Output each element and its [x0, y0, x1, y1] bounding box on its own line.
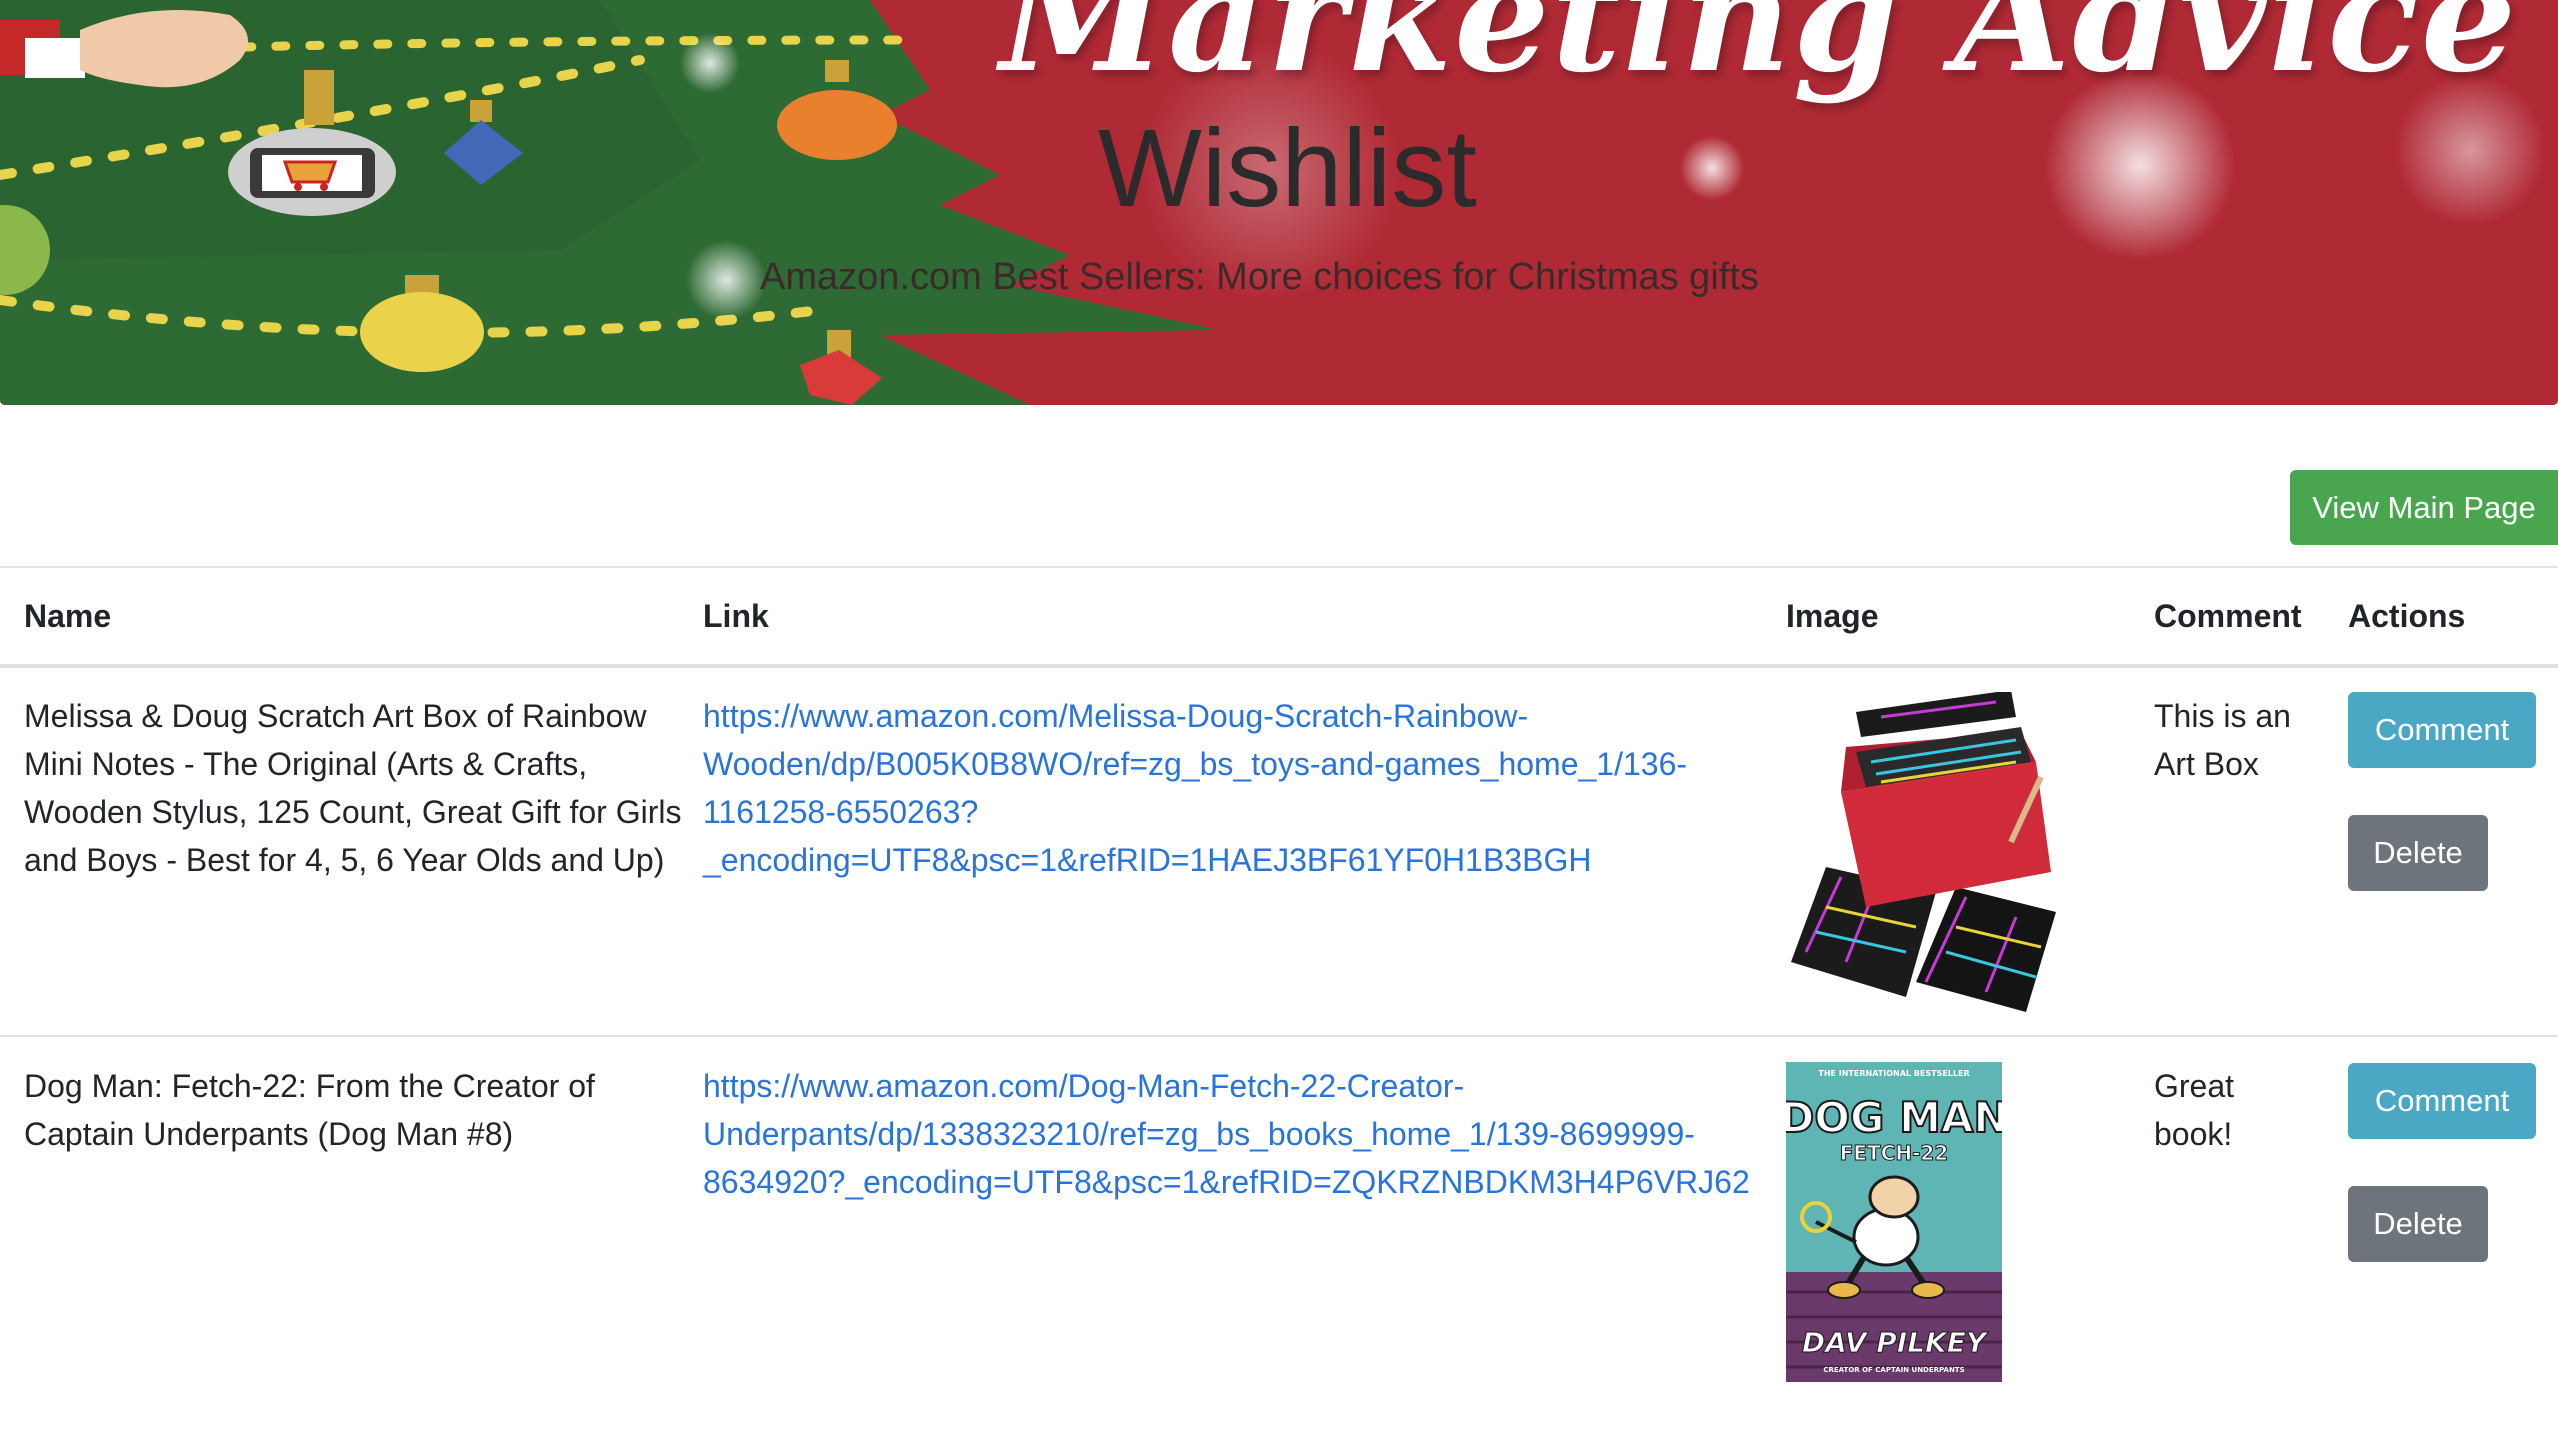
item-name-line: Mini Notes - The Original (Arts & Crafts… — [24, 746, 588, 782]
item-comment-line: Great — [2154, 1068, 2235, 1104]
item-name-line: Dog Man: Fetch-22: From the Creator of — [24, 1068, 595, 1104]
item-link-line: Wooden/dp/B005K0B8WO/ref=zg_bs_toys-and-… — [703, 746, 1688, 782]
header-banner: Marketing Advice Wishlist Amazon.com Bes… — [0, 0, 2558, 405]
item-name-line: Wooden Stylus, 125 Count, Great Gift for… — [24, 794, 682, 830]
item-name: Dog Man: Fetch-22: From the Creator of C… — [24, 1062, 684, 1158]
item-image-dog-man-book: THE INTERNATIONAL BESTSELLER DOG MAN FET… — [1786, 1062, 2002, 1382]
item-comment: This is an Art Box — [2154, 692, 2334, 788]
item-link[interactable]: https://www.amazon.com/Melissa-Doug-Scra… — [703, 692, 1763, 884]
table-top-border — [0, 566, 2558, 568]
delete-button[interactable]: Delete — [2348, 1186, 2488, 1262]
phone-cart-image — [228, 128, 396, 216]
comment-button[interactable]: Comment — [2348, 692, 2536, 768]
book-byline-text: CREATOR OF CAPTAIN UNDERPANTS — [1823, 1366, 1964, 1374]
hand-image — [0, 10, 248, 88]
column-header-name: Name — [24, 598, 112, 634]
item-link-line: https://www.amazon.com/Dog-Man-Fetch-22-… — [703, 1068, 1465, 1104]
item-link-line: Underpants/dp/1338323210/ref=zg_bs_books… — [703, 1116, 1695, 1152]
column-header-image: Image — [1786, 598, 1879, 634]
item-link-line: 8634920?_encoding=UTF8&psc=1&refRID=ZQKR… — [703, 1164, 1750, 1200]
column-header-actions: Actions — [2348, 598, 2466, 634]
item-name-line: Melissa & Doug Scratch Art Box of Rainbo… — [24, 698, 647, 734]
comment-button[interactable]: Comment — [2348, 1063, 2536, 1139]
delete-button[interactable]: Delete — [2348, 815, 2488, 891]
table-header-divider — [0, 664, 2558, 668]
row-divider — [0, 1035, 2558, 1037]
item-name-line: and Boys - Best for 4, 5, 6 Year Olds an… — [24, 842, 665, 878]
item-comment-line: book! — [2154, 1116, 2233, 1152]
item-link-line: 1161258-6550263? — [703, 794, 979, 830]
item-name-line: Captain Underpants (Dog Man #8) — [24, 1116, 514, 1152]
item-comment-line: Art Box — [2154, 746, 2259, 782]
item-link-line: _encoding=UTF8&psc=1&refRID=1HAEJ3BF61YF… — [703, 842, 1592, 878]
item-image-scratch-art-box — [1791, 692, 2056, 1012]
book-subtitle-text: FETCH-22 — [1840, 1141, 1949, 1165]
item-comment-line: This is an — [2154, 698, 2291, 734]
page-subtitle: Amazon.com Best Sellers: More choices fo… — [760, 256, 1759, 298]
book-top-text: THE INTERNATIONAL BESTSELLER — [1818, 1069, 1969, 1078]
page-title: Wishlist — [1098, 107, 1477, 230]
item-link[interactable]: https://www.amazon.com/Dog-Man-Fetch-22-… — [703, 1062, 1763, 1206]
banner-script-text: Marketing Advice — [1000, 0, 2519, 106]
item-name: Melissa & Doug Scratch Art Box of Rainbo… — [24, 692, 684, 884]
item-link-line: https://www.amazon.com/Melissa-Doug-Scra… — [703, 698, 1529, 734]
item-comment: Great book! — [2154, 1062, 2334, 1158]
column-header-link: Link — [703, 598, 769, 634]
book-title-text: DOG MAN — [1786, 1093, 2002, 1142]
column-header-comment: Comment — [2154, 598, 2302, 634]
book-author-text: DAV PILKEY — [1802, 1326, 1989, 1359]
view-main-page-button[interactable]: View Main Page — [2290, 470, 2558, 545]
